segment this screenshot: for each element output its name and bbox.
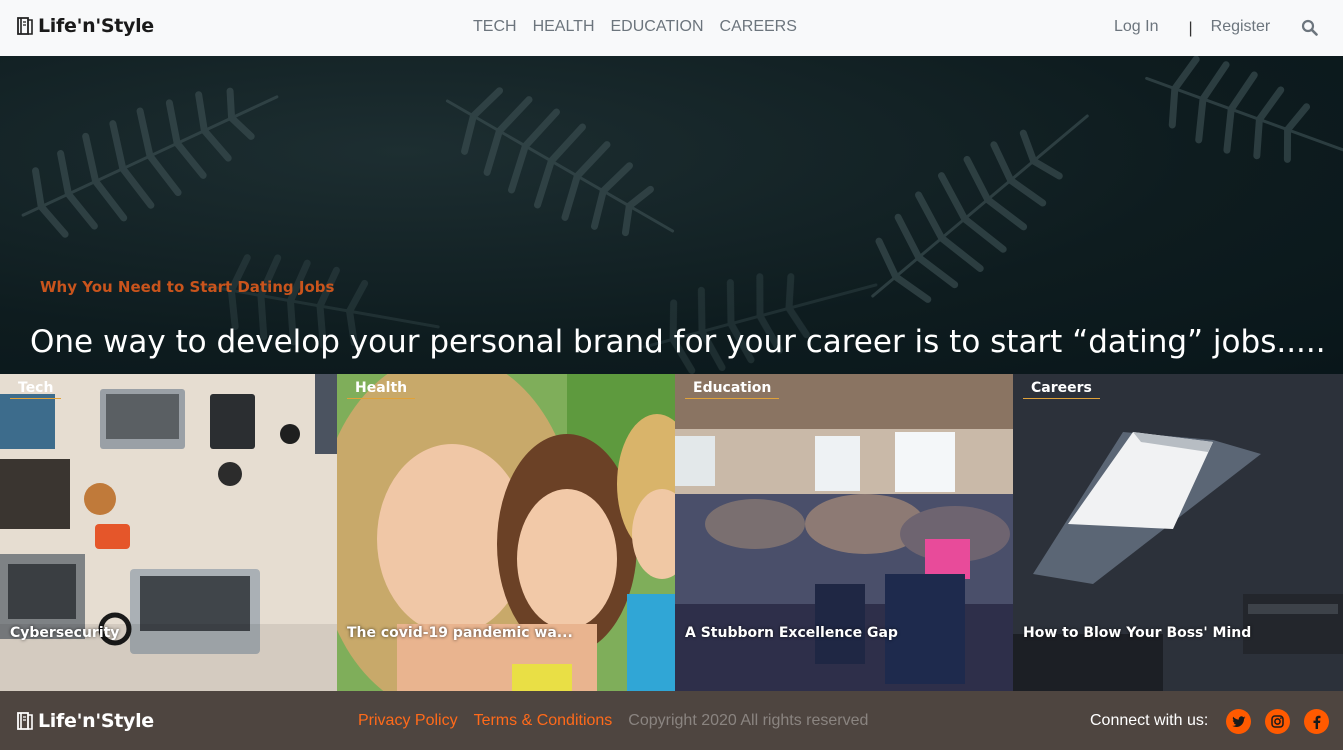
nav-item-tech[interactable]: TECH [473,18,517,36]
card-title-careers[interactable]: How to Blow Your Boss' Mind [1023,625,1251,641]
twitter-icon[interactable] [1226,709,1251,734]
nav-item-health[interactable]: HEALTH [533,18,595,36]
card-education[interactable]: Education A Stubborn Excellence Gap [675,374,1013,691]
card-category-health[interactable]: Health [347,378,416,399]
copyright-text: Copyright 2020 All rights reserved [628,712,869,729]
footer-brand-logo[interactable]: Life'n'Style [16,710,154,732]
nav-item-education[interactable]: EDUCATION [611,18,704,36]
register-link[interactable]: Register [1211,18,1271,36]
brand-logo[interactable]: Life'n'Style [16,15,154,37]
card-health[interactable]: Health The covid-19 pandemic wa... [337,374,675,691]
footer-links: Privacy Policy Terms & Conditions Copyri… [358,712,868,730]
brand-name: Life'n'Style [38,15,154,37]
hero-kicker-link[interactable]: Why You Need to Start Dating Jobs [40,278,334,296]
book-logo-icon [17,712,33,730]
category-cards: Tech Cybersecurity Health The covid-19 p… [0,374,1343,691]
card-category-careers[interactable]: Careers [1023,378,1100,399]
nav-item-careers[interactable]: CAREERS [720,18,797,36]
smiling-children-image [337,374,675,691]
conference-room-image [675,374,1013,691]
site-footer: Life'n'Style Privacy Policy Terms & Cond… [0,691,1343,750]
card-title-health[interactable]: The covid-19 pandemic wa... [347,625,573,641]
auth-links: Log In | Register [1114,18,1271,37]
card-title-education[interactable]: A Stubborn Excellence Gap [685,625,898,641]
auth-separator: | [1188,20,1193,37]
footer-brand-name: Life'n'Style [38,710,154,732]
card-careers[interactable]: Careers How to Blow Your Boss' Mind [1013,374,1343,691]
main-nav: TECH HEALTH EDUCATION CAREERS [473,18,797,36]
card-category-education[interactable]: Education [685,378,780,399]
connect-label: Connect with us: [1090,712,1209,729]
terms-conditions-link[interactable]: Terms & Conditions [474,712,613,730]
login-link[interactable]: Log In [1114,18,1158,36]
privacy-policy-link[interactable]: Privacy Policy [358,712,458,730]
hero-title: One way to develop your personal brand f… [30,324,1326,360]
attic-skylight-image [1013,374,1343,691]
search-icon[interactable] [1301,19,1318,36]
card-title-tech[interactable]: Cybersecurity [10,625,119,641]
card-category-tech[interactable]: Tech [10,378,62,399]
desk-laptops-image [0,374,337,691]
facebook-icon[interactable] [1304,709,1329,734]
book-logo-icon [17,17,33,35]
card-tech[interactable]: Tech Cybersecurity [0,374,337,691]
site-header: Life'n'Style TECH HEALTH EDUCATION CAREE… [0,0,1343,56]
instagram-icon[interactable] [1265,709,1290,734]
hero-banner[interactable]: Why You Need to Start Dating Jobs One wa… [0,56,1343,374]
